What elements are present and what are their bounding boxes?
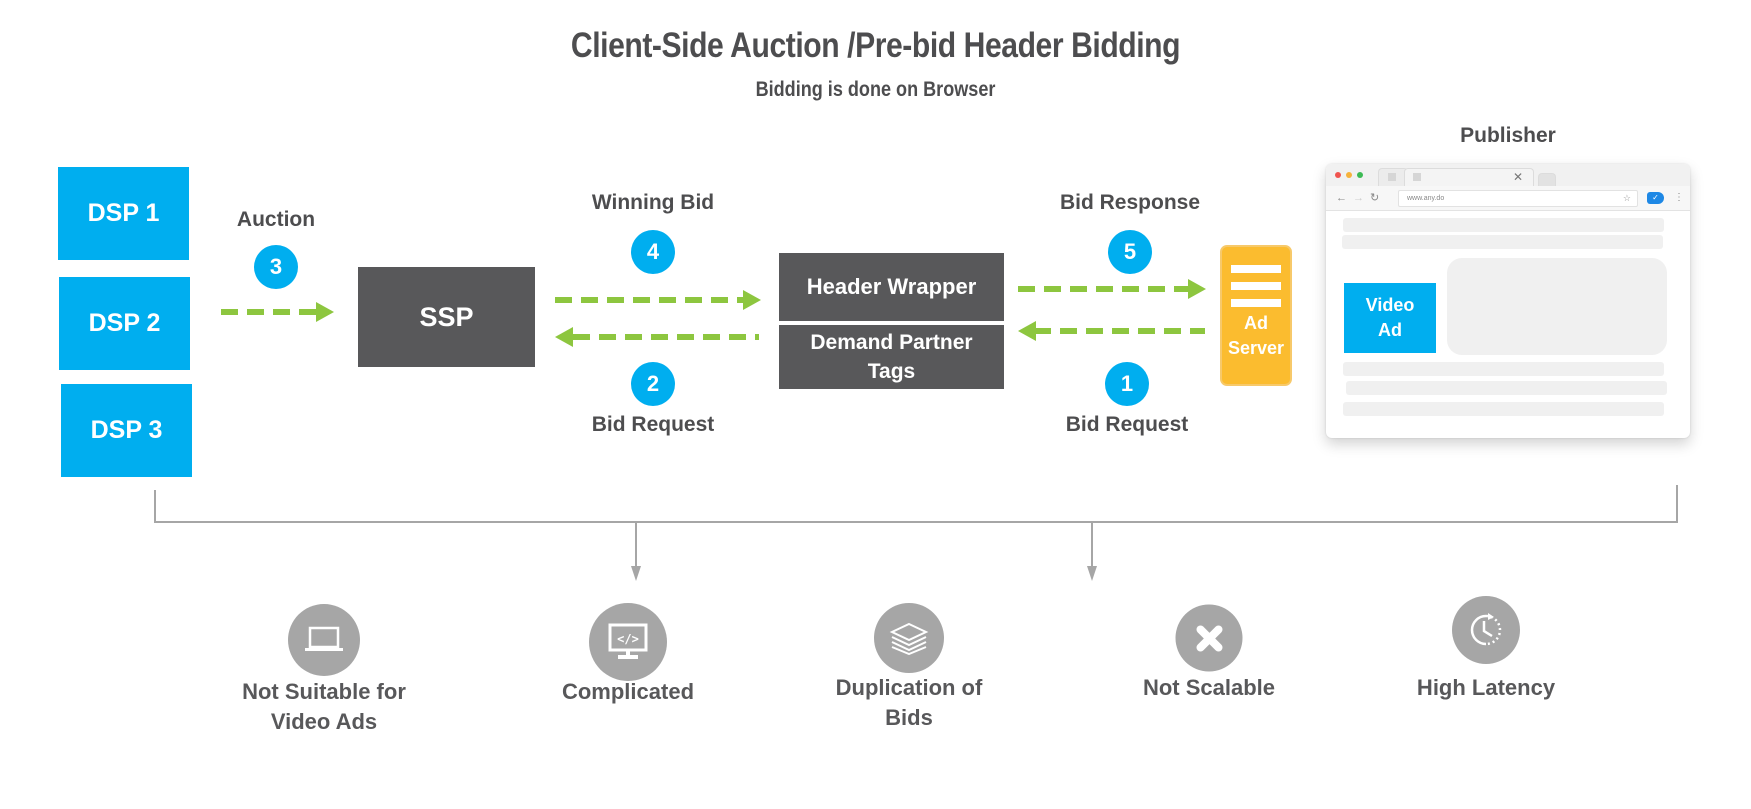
issue-label-not-scalable: Not Scalable — [1143, 673, 1275, 703]
forward-arrow-icon[interactable]: → — [1353, 190, 1364, 206]
bracket-arrow-right-head-icon — [1087, 566, 1097, 581]
video-ad-label-line1: Video — [1365, 295, 1415, 315]
issue-label-line2: Video Ads — [270, 709, 378, 734]
step-4-badge: 4 — [631, 230, 675, 274]
ad-server-box: Ad Server — [1220, 245, 1292, 386]
content-placeholder-media — [1447, 258, 1667, 355]
step-3-label: Auction — [236, 208, 316, 231]
window-minimize-dot-icon — [1346, 172, 1352, 178]
bookmark-star-icon[interactable]: ☆ — [1623, 191, 1631, 206]
tab-favicon-icon — [1388, 173, 1396, 181]
new-tab-button[interactable] — [1538, 173, 1556, 186]
content-placeholder-bar — [1342, 235, 1663, 249]
arrow-bid-request-2-head-icon — [555, 327, 573, 347]
step-5-badge: 5 — [1108, 230, 1152, 274]
bracket-arrow-left-head-icon — [631, 566, 641, 581]
tab-close-icon[interactable]: ✕ — [1513, 169, 1523, 185]
browser-tab-strip: ✕ — [1326, 164, 1690, 186]
arrow-bid-request-1-head-icon — [1018, 321, 1036, 341]
issue-label-complicated: Complicated — [562, 677, 694, 707]
step-5-label: Bid Response — [1059, 191, 1201, 214]
reload-icon[interactable]: ↻ — [1370, 190, 1379, 206]
arrow-auction-head-icon — [316, 302, 334, 322]
extension-check-icon[interactable]: ✓ — [1647, 192, 1664, 204]
content-placeholder-bar — [1343, 218, 1664, 232]
step-1-label: Bid Request — [1065, 413, 1189, 436]
code-monitor-icon: </> — [589, 603, 667, 681]
clock-icon — [1452, 596, 1520, 664]
step-2-badge: 2 — [631, 362, 675, 406]
address-bar[interactable]: www.any.do ☆ — [1398, 190, 1638, 207]
back-arrow-icon[interactable]: ← — [1336, 190, 1347, 206]
issue-label-line1: Complicated — [561, 679, 695, 704]
tab-favicon-icon — [1413, 173, 1421, 181]
publisher-browser-window: ✕ ← → ↻ www.any.do ☆ ✓ ⋮ Video Ad — [1326, 164, 1690, 438]
publisher-label: Publisher — [1460, 124, 1556, 147]
arrow-bid-response-head-icon — [1188, 279, 1206, 299]
step-2-label: Bid Request — [591, 413, 715, 436]
issues-bracket — [154, 485, 1678, 523]
address-bar-url: www.any.do — [1407, 195, 1445, 202]
layers-icon — [874, 603, 944, 673]
content-placeholder-bar — [1343, 362, 1664, 376]
ad-server-label-line2: Server — [1227, 338, 1285, 358]
issue-label-line1: Not Suitable for — [242, 679, 406, 704]
browser-toolbar: ← → ↻ www.any.do ☆ ✓ ⋮ — [1326, 186, 1690, 211]
server-stripe-icon — [1231, 265, 1281, 273]
content-placeholder-bar — [1346, 381, 1667, 395]
x-icon — [1175, 604, 1243, 672]
video-ad-label-line2: Ad — [1378, 320, 1402, 340]
svg-text:</>: </> — [617, 632, 639, 646]
issue-label-high-latency: High Latency — [1417, 673, 1555, 703]
server-stripe-icon — [1231, 282, 1281, 290]
server-stripe-icon — [1231, 299, 1281, 307]
window-close-dot-icon — [1335, 172, 1341, 178]
browser-tab-active[interactable]: ✕ — [1404, 168, 1534, 186]
window-maximize-dot-icon — [1357, 172, 1363, 178]
ad-server-label-line1: Ad — [1244, 313, 1268, 333]
issue-label-line1: High Latency — [1416, 675, 1556, 700]
issue-label-video-ads: Not Suitable for Video Ads — [242, 677, 406, 737]
video-ad-slot: Video Ad — [1344, 283, 1436, 353]
step-4-label: Winning Bid — [591, 191, 715, 214]
issue-label-line1: Not Scalable — [1142, 675, 1276, 700]
laptop-icon — [288, 604, 360, 676]
menu-kebab-icon[interactable]: ⋮ — [1674, 190, 1684, 206]
step-3-badge: 3 — [254, 245, 298, 289]
step-1-badge: 1 — [1105, 362, 1149, 406]
issue-label-line1: Duplication of — [835, 675, 983, 700]
content-placeholder-bar — [1343, 402, 1664, 416]
arrow-winning-bid-head-icon — [743, 290, 761, 310]
issue-label-duplication: Duplication of Bids — [836, 673, 983, 733]
issue-label-line2: Bids — [885, 705, 933, 730]
